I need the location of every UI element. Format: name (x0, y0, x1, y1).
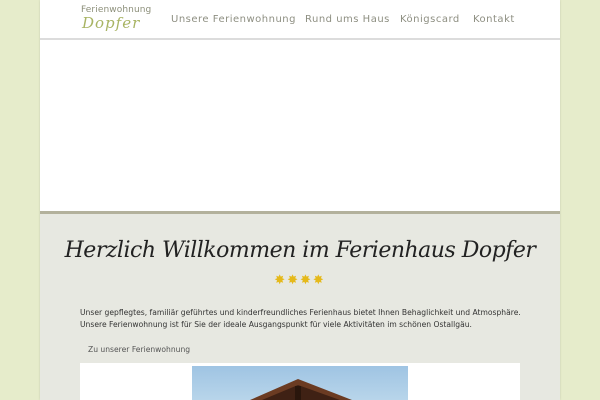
logo-bottom-text: Dopfer (82, 14, 141, 32)
intro-paragraph-2: Unsere Ferienwohnung ist für Sie der ide… (80, 320, 472, 329)
nav-item-koenigscard[interactable]: Königscard (400, 14, 460, 25)
site-logo[interactable]: Ferienwohnung Dopfer (81, 5, 151, 33)
nav-item-kontakt[interactable]: Kontakt (473, 14, 515, 25)
nav-item-rund-ums-haus[interactable]: Rund ums Haus (305, 14, 390, 25)
welcome-section: Herzlich Willkommen im Ferienhaus Dopfer… (40, 214, 560, 400)
page-title: Herzlich Willkommen im Ferienhaus Dopfer (64, 238, 536, 263)
house-roof-image (250, 379, 352, 400)
page-frame: Ferienwohnung Dopfer Unsere Ferienwohnun… (40, 0, 560, 400)
image-container (80, 363, 520, 400)
hero-banner (40, 40, 560, 214)
rating-stars: ✸✸✸✸ (274, 273, 326, 288)
ferienwohnung-link[interactable]: Zu unserer Ferienwohnung (88, 345, 190, 354)
intro-text: Unser gepflegtes, familiär geführtes und… (80, 307, 521, 331)
intro-paragraph-1: Unser gepflegtes, familiär geführtes und… (80, 308, 521, 317)
nav-item-unsere-ferienwohnung[interactable]: Unsere Ferienwohnung (171, 14, 296, 25)
house-photo (192, 366, 408, 400)
site-header: Ferienwohnung Dopfer Unsere Ferienwohnun… (40, 0, 560, 40)
